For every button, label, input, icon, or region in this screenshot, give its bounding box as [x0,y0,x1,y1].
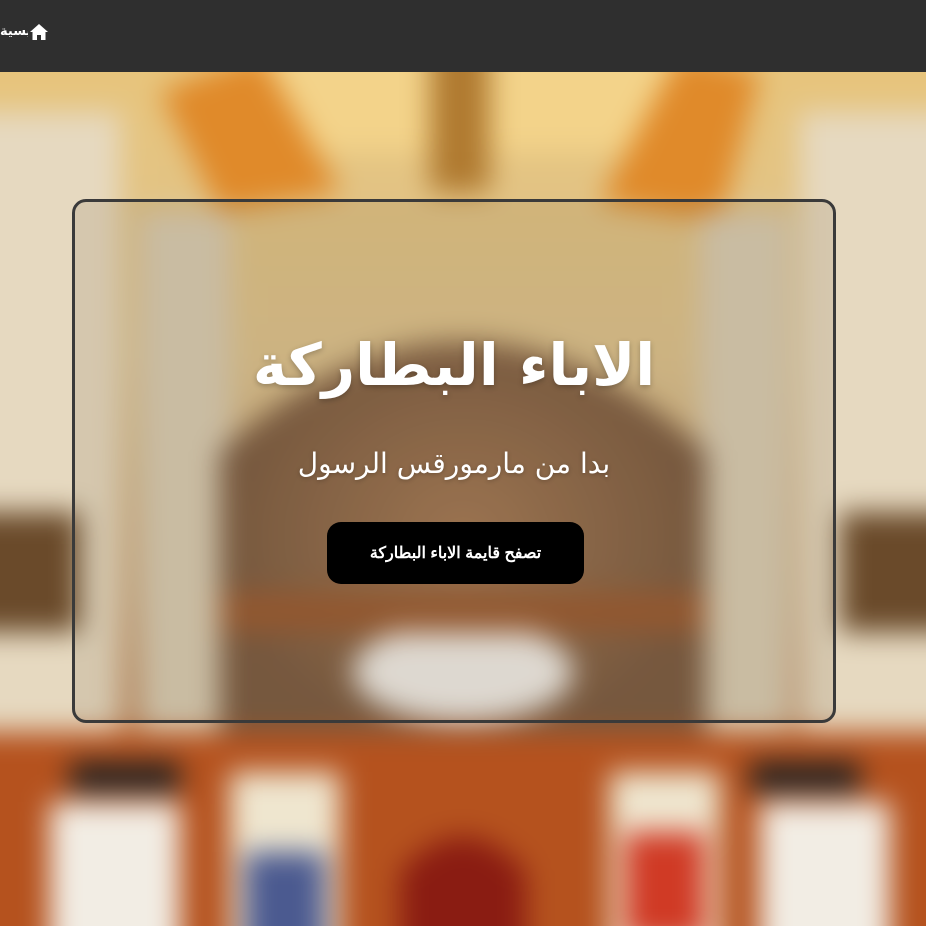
nav-home-link[interactable]: الصفحة الرئيسية [0,22,49,42]
hero-section: الاباء البطاركة بدا من مارمورقس الرسول ت… [0,72,926,926]
hero-title: الاباء البطاركة [252,331,656,399]
hero-subtitle: بدا من مارمورقس الرسول [297,447,611,480]
home-icon [30,24,48,40]
top-navbar: الصفحة الرئيسية [0,0,926,72]
nav-home-label: الصفحة الرئيسية [0,22,28,42]
page: الصفحة الرئيسية [0,0,926,926]
hero-card: الاباء البطاركة بدا من مارمورقس الرسول ت… [72,199,836,723]
browse-patriarchs-button[interactable]: تصفح قايمة الاباء البطاركة [327,522,584,584]
nav-home-label-text: الصفحة الرئيسية [0,24,28,39]
